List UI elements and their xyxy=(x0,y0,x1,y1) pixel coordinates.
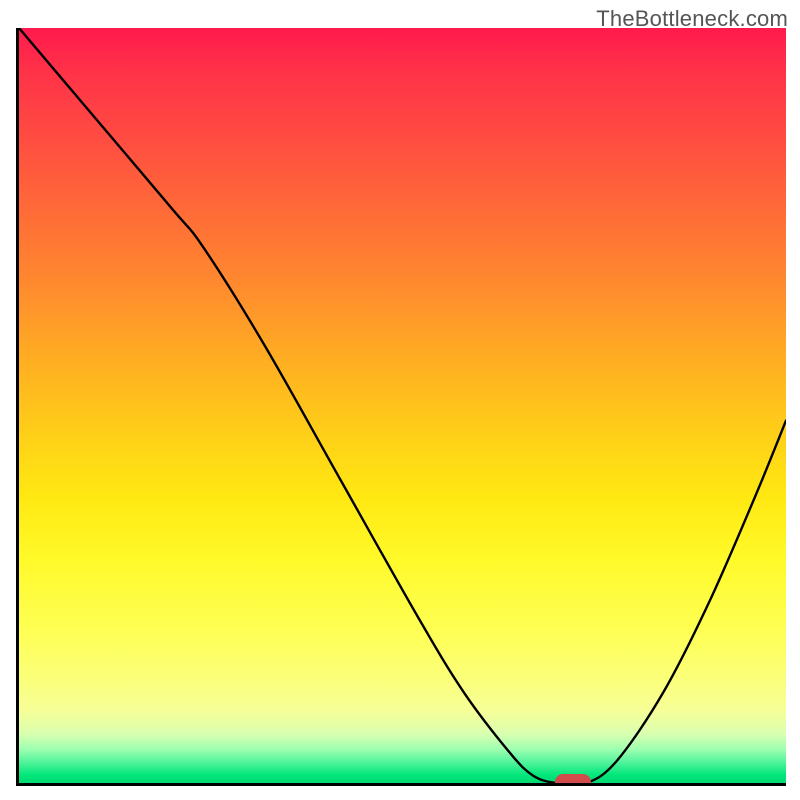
optimal-marker xyxy=(555,774,591,786)
watermark-text: TheBottleneck.com xyxy=(596,6,788,32)
chart-plot-area xyxy=(16,28,786,786)
bottleneck-curve-svg xyxy=(19,28,786,783)
bottleneck-curve-path xyxy=(19,28,786,783)
